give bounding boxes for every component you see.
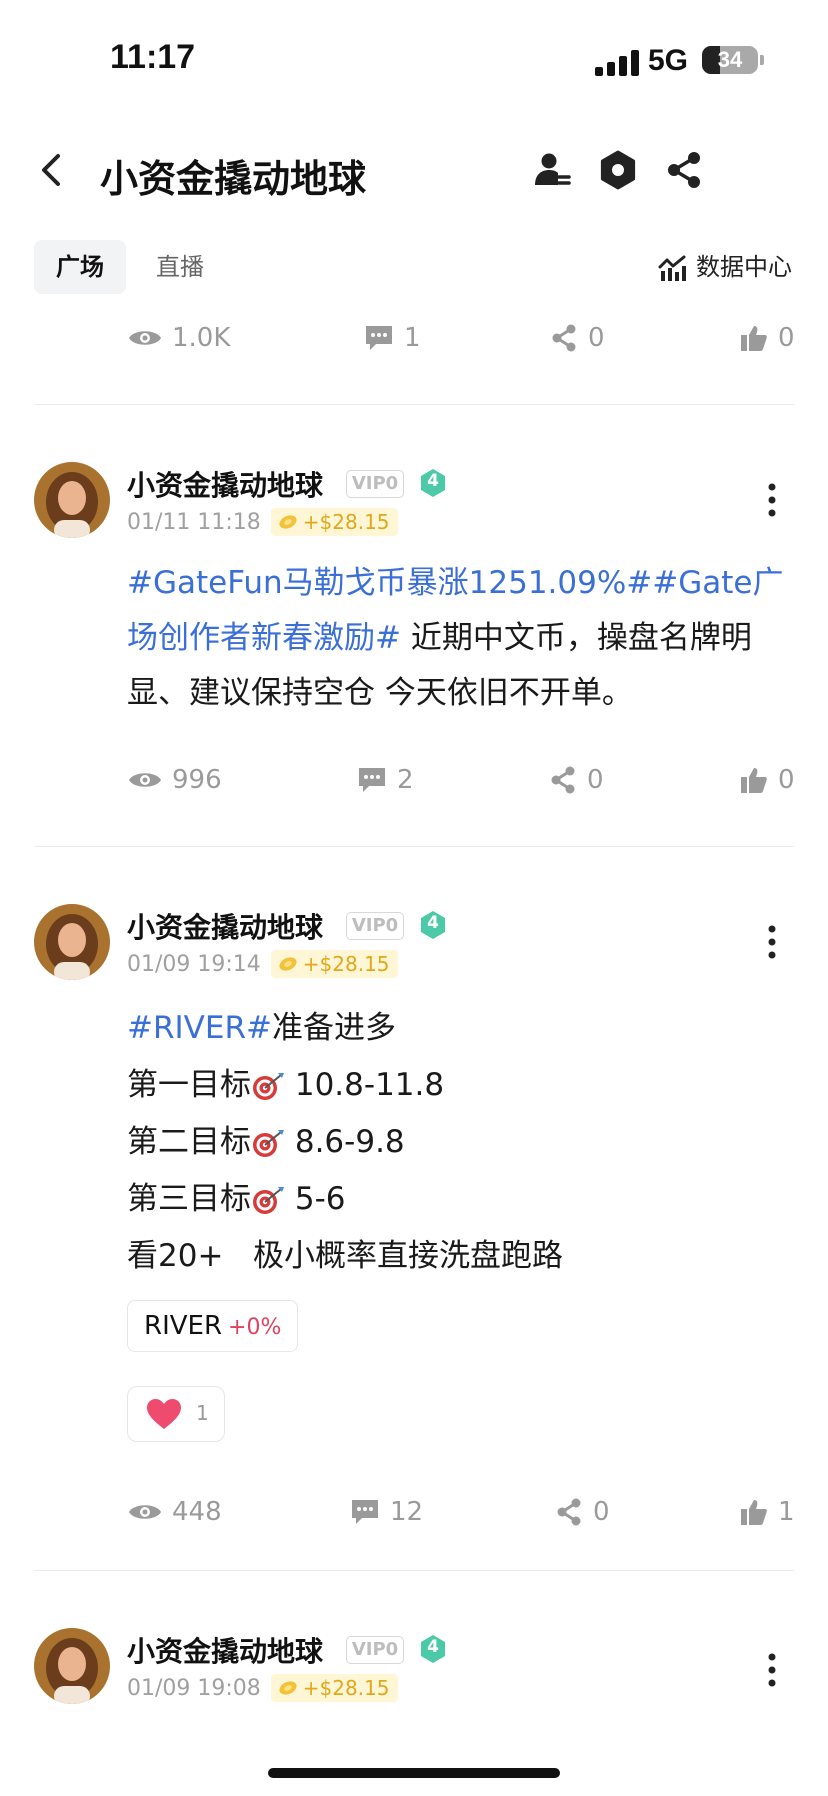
post-content: #GateFun马勒戈币暴涨1251.09%##Gate广场创作者新春激励# 近… [127,556,787,721]
eye-icon [129,331,161,345]
reaction-chip[interactable]: 1 [127,1386,225,1442]
battery-level: 34 [717,47,743,72]
divider [34,404,794,405]
post-time: 01/09 19:14 [127,951,261,977]
comments-stat[interactable]: 2 [357,760,414,800]
target-line: 第一目标 10.8-11.8 [127,1067,445,1103]
divider [34,1570,794,1571]
coin-icon [279,1681,297,1695]
comments-stat[interactable]: 1 [364,318,421,358]
hashtag-link[interactable]: #GateFun马勒戈币暴涨1251.09%# [127,565,652,601]
target-line: 第二目标 8.6-9.8 [127,1124,405,1160]
status-bar: 11:17 5G 34 [0,0,828,110]
comment-icon [352,1500,378,1524]
target-icon [253,1072,284,1100]
reaction-count: 1 [196,1401,209,1425]
author-name[interactable]: 小资金撬动地球 [127,906,323,946]
post-meta: 01/11 11:18 +$28.15 [127,508,398,536]
post-stats: 448 12 0 1 [0,1492,828,1532]
target-icon [253,1186,284,1214]
comment-icon [359,768,385,792]
author-name[interactable]: 小资金撬动地球 [127,1630,323,1670]
like-icon [741,326,767,351]
avatar[interactable] [34,904,110,980]
heart-icon [147,1399,181,1429]
coin-icon [279,957,297,971]
avatar[interactable] [34,1628,110,1704]
post-stats: 996 2 0 0 [0,760,828,800]
battery-icon: 34 [702,46,764,74]
eye-icon [129,1505,161,1519]
data-center-button[interactable]: 数据中心 [658,240,792,294]
top-nav: 小资金撬动地球 [0,130,828,210]
target-line: 第三目标 5-6 [127,1181,346,1217]
status-time: 11:17 [110,38,196,76]
post-text: 看20+ 极小概率直接洗盘跑路 [127,1238,563,1274]
likes-stat[interactable]: 1 [740,1492,795,1532]
avatar-image [34,462,110,538]
user-icon[interactable] [532,150,572,190]
reward-badge: +$28.15 [270,950,398,978]
token-chip[interactable]: RIVER +0% [127,1300,299,1352]
gear-icon[interactable] [598,150,638,190]
more-icon[interactable] [766,1652,778,1688]
vip-badge: VIP0 [346,1636,404,1664]
token-change: +0% [228,1315,282,1340]
post-stats: 1.0K 1 0 0 [0,318,828,358]
level-badge: 4 [418,468,448,498]
level-badge: 4 [418,910,448,940]
reward-badge: +$28.15 [270,1674,398,1702]
post-meta: 01/09 19:14 +$28.15 [127,950,398,978]
post-meta: 01/09 19:08 +$28.15 [127,1674,398,1702]
post-time: 01/09 19:08 [127,1675,261,1701]
reward-badge: +$28.15 [270,508,398,536]
share-icon [557,1498,581,1526]
target-icon [253,1129,284,1157]
share-icon [551,766,575,794]
shares-stat[interactable]: 0 [555,1492,610,1532]
more-icon[interactable] [766,482,778,518]
token-symbol: RIVER [144,1311,223,1341]
more-icon[interactable] [766,924,778,960]
coin-icon [279,515,297,529]
like-icon [741,768,767,793]
avatar-image [34,1628,110,1704]
signal-icon [595,50,639,76]
level-badge: 4 [418,1634,448,1664]
likes-stat[interactable]: 0 [740,318,795,358]
hashtag-link[interactable]: #RIVER# [127,1010,272,1046]
shares-stat[interactable]: 0 [550,318,605,358]
divider [34,846,794,847]
tab-live[interactable]: 直播 [134,240,226,294]
likes-stat[interactable]: 0 [740,760,795,800]
share-icon[interactable] [664,150,704,190]
comment-icon [366,326,392,350]
views-stat: 448 [128,1492,222,1532]
views-stat: 1.0K [128,318,230,358]
post-time: 01/11 11:18 [127,509,261,535]
avatar-image [34,904,110,980]
network-type: 5G [648,44,689,77]
chart-icon [658,255,686,281]
post-content: #RIVER#准备进多 第一目标 10.8-11.8 第二目标 8.6-9.8 … [127,1000,787,1285]
back-icon[interactable] [36,148,66,192]
views-stat: 996 [128,760,222,800]
share-icon [552,324,576,352]
tab-square[interactable]: 广场 [34,240,126,294]
data-center-label: 数据中心 [696,253,792,281]
eye-icon [129,773,161,787]
vip-badge: VIP0 [346,470,404,498]
author-name[interactable]: 小资金撬动地球 [127,464,323,504]
comments-stat[interactable]: 12 [350,1492,423,1532]
page-title: 小资金撬动地球 [100,157,367,201]
like-icon [741,1500,767,1525]
tab-bar: 广场 直播 数据中心 [0,240,828,294]
vip-badge: VIP0 [346,912,404,940]
avatar[interactable] [34,462,110,538]
shares-stat[interactable]: 0 [549,760,604,800]
home-indicator[interactable] [268,1768,560,1778]
